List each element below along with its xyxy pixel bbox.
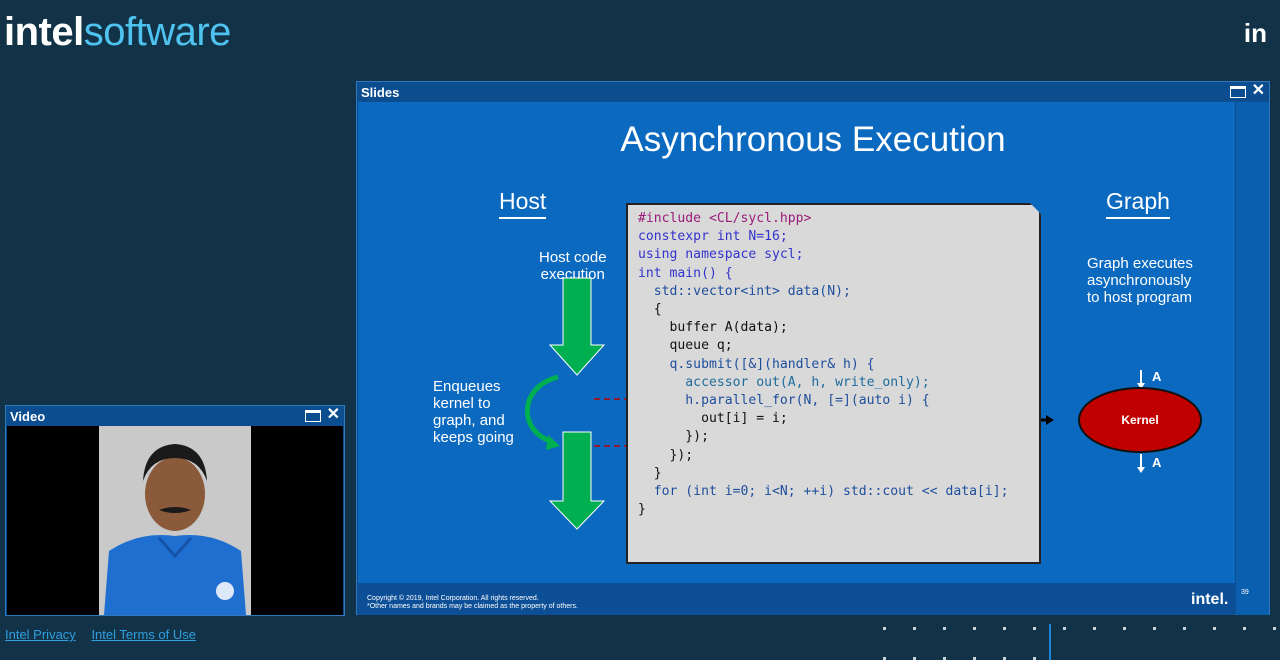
code-line: buffer A(data); <box>638 320 788 336</box>
video-window-title: Video <box>10 409 46 424</box>
code-line: int main() { <box>638 265 733 281</box>
code-line: }); <box>638 447 694 463</box>
code-line: constexpr int N=16; <box>638 229 788 245</box>
code-line: q.submit([&](handler& h) { <box>638 356 875 372</box>
slide-side-panel <box>1236 102 1269 615</box>
presenter-silhouette <box>99 426 251 615</box>
code-line: }); <box>638 429 709 445</box>
code-line: } <box>638 465 662 481</box>
code-line: } <box>638 502 646 518</box>
brand-intel: intel <box>4 10 84 54</box>
code-line: { <box>638 302 662 318</box>
code-line: for (int i=0; i<N; ++i) std::cout << dat… <box>638 484 1009 500</box>
presenter-video-frame <box>99 426 251 615</box>
code-line: accessor out(A, h, write_only); <box>638 374 930 390</box>
slide-intel-logo: intel. <box>1191 591 1229 608</box>
maximize-icon[interactable] <box>1229 86 1246 98</box>
curved-green-arrow <box>524 374 559 445</box>
kernel-link-arrowhead <box>1046 415 1054 425</box>
linkedin-icon[interactable]: in <box>1244 18 1267 49</box>
code-line: #include <CL/sycl.hpp> <box>638 211 812 226</box>
slide-footer: Copyright © 2019, Intel Corporation. All… <box>358 583 1235 615</box>
slides-window-titlebar[interactable]: Slides ✕ <box>357 82 1269 102</box>
brand-software: software <box>83 10 232 54</box>
video-window: Video ✕ <box>5 405 345 616</box>
copyright-text: Copyright © 2019, Intel Corporation. All… <box>367 595 578 610</box>
close-icon[interactable]: ✕ <box>1252 83 1265 99</box>
footer-links: Intel Privacy Intel Terms of Use <box>5 627 208 642</box>
video-player[interactable] <box>7 426 343 615</box>
slides-window: Slides ✕ Asynchronous Execution Host Gra… <box>356 81 1270 615</box>
code-line: using namespace sycl; <box>638 247 804 263</box>
close-icon[interactable]: ✕ <box>327 407 340 423</box>
slides-window-title: Slides <box>361 85 400 100</box>
decorative-dots <box>883 624 1276 660</box>
green-arrow-top <box>548 277 606 376</box>
maximize-icon[interactable] <box>304 410 321 422</box>
privacy-link[interactable]: Intel Privacy <box>5 627 76 642</box>
code-line: queue q; <box>638 338 733 354</box>
code-panel: #include <CL/sycl.hpp> constexpr int N=16… <box>626 203 1041 564</box>
slide-page-number: 39 <box>1241 589 1249 596</box>
curved-arrow-head <box>546 435 560 450</box>
buffer-label-bottom: A <box>1152 455 1162 470</box>
kernel-node: Kernel <box>1078 387 1202 453</box>
terms-link[interactable]: Intel Terms of Use <box>91 627 196 642</box>
code-line: out[i] = i; <box>638 411 788 427</box>
buffer-arrowhead-bottom <box>1137 467 1145 473</box>
code-block: #include <CL/sycl.hpp> constexpr int N=16… <box>638 210 1009 519</box>
code-line: h.parallel_for(N, [=](auto i) { <box>638 393 930 409</box>
intel-software-logo: intelsoftware <box>4 10 231 55</box>
buffer-label-top: A <box>1152 369 1162 384</box>
slide-canvas: Asynchronous Execution Host Graph Host c… <box>358 102 1235 615</box>
code-line: std::vector<int> data(N); <box>638 283 851 299</box>
video-window-titlebar[interactable]: Video ✕ <box>6 406 344 426</box>
